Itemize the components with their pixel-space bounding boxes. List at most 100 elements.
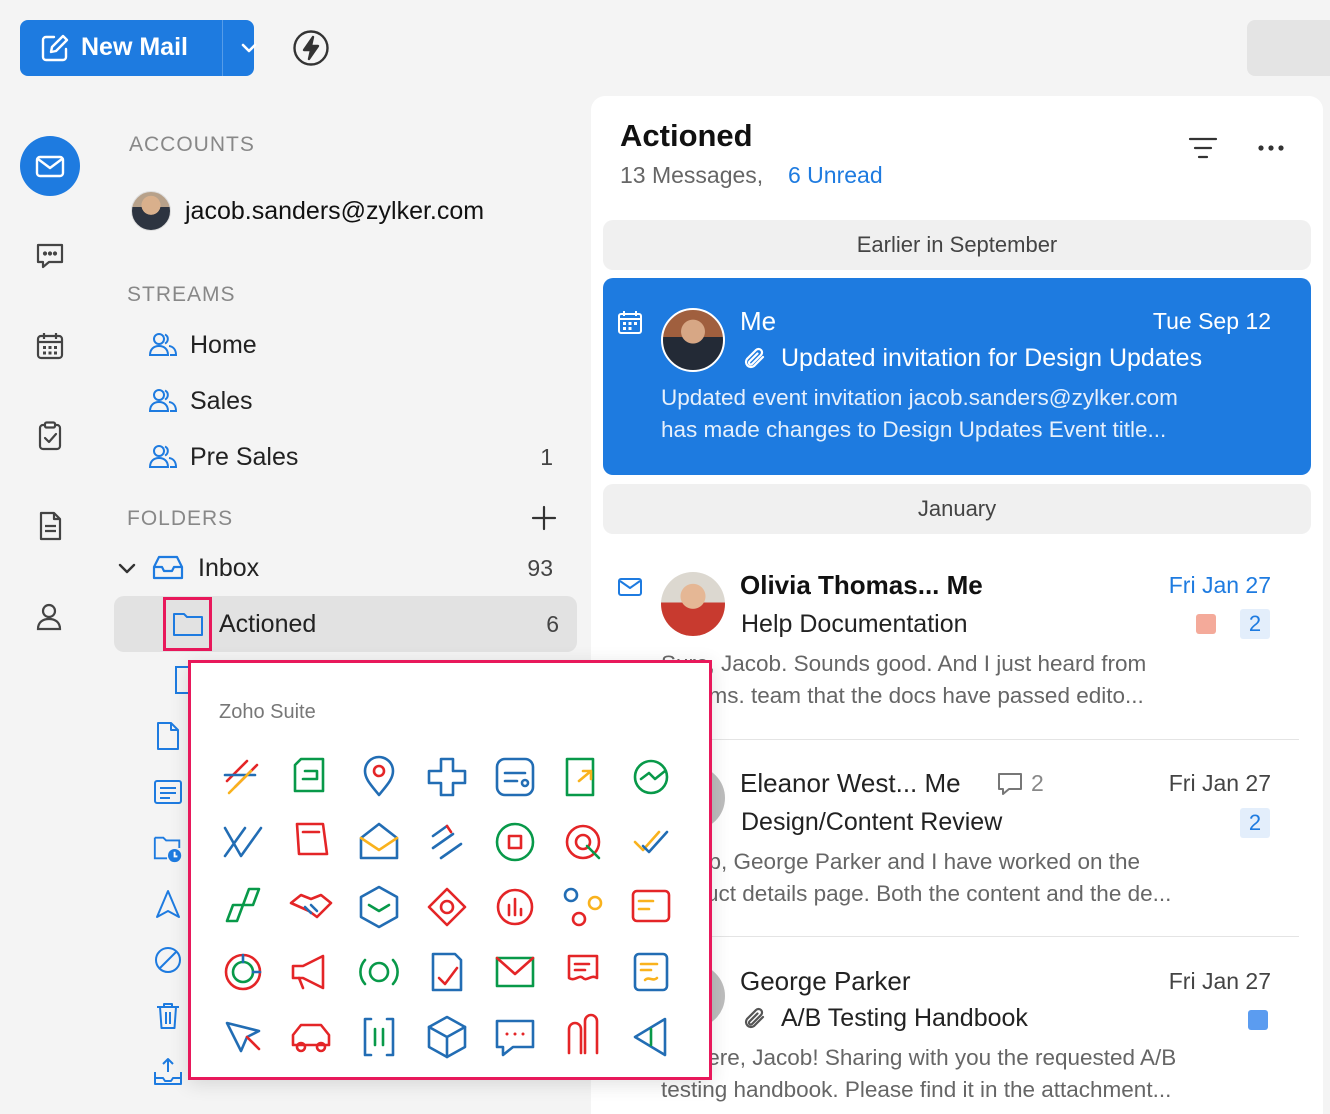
- mail-item-selected[interactable]: Me Tue Sep 12 Updated invitation for Des…: [603, 278, 1311, 475]
- folder-count: 93: [527, 554, 553, 581]
- zoho-connect-icon[interactable]: [557, 881, 609, 933]
- mail-preview: Hi there, Jacob! Sharing with you the re…: [661, 1045, 1177, 1070]
- mail-sender: Olivia Thomas... Me: [740, 570, 983, 600]
- mail-preview: has made changes to Design Updates Event…: [661, 417, 1167, 442]
- calendar-icon: [36, 333, 64, 360]
- folder-label: Inbox: [198, 553, 260, 582]
- stream-item-sales[interactable]: Sales: [148, 381, 568, 421]
- group-icon: [148, 445, 178, 468]
- attachment-icon: [744, 1007, 765, 1028]
- zoho-forms-icon[interactable]: [625, 881, 677, 933]
- zoho-social-icon[interactable]: [285, 946, 337, 998]
- zoho-invoice-icon[interactable]: [489, 751, 541, 803]
- unread-filter-link[interactable]: 6 Unread: [788, 162, 883, 189]
- spam-icon[interactable]: [152, 944, 184, 976]
- zoho-cliq-icon[interactable]: [489, 816, 541, 868]
- zoho-assist-icon[interactable]: [353, 751, 405, 803]
- zoho-vault-icon[interactable]: [421, 881, 473, 933]
- zoho-desk-icon[interactable]: [217, 816, 269, 868]
- chevron-down-icon[interactable]: [238, 37, 260, 59]
- folder-inbox[interactable]: Inbox 93: [116, 548, 571, 588]
- zoho-partners-icon[interactable]: [285, 881, 337, 933]
- mail-preview: Updated event invitation jacob.sanders@z…: [661, 385, 1178, 410]
- zoho-suite-popup: Zoho Suite: [188, 660, 712, 1080]
- avatar: [661, 572, 725, 636]
- zoho-crm-icon[interactable]: [217, 946, 269, 998]
- zoho-chat-icon[interactable]: [489, 1011, 541, 1063]
- zoho-recruit-icon[interactable]: [421, 946, 473, 998]
- thread-badge: 2: [1240, 609, 1270, 639]
- mail-preview: Comms. team that the docs have passed ed…: [661, 683, 1144, 708]
- outbox-icon[interactable]: [152, 1056, 184, 1088]
- streams-heading: STREAMS: [127, 283, 236, 306]
- mail-sender: George Parker: [740, 966, 911, 996]
- stream-item-home[interactable]: Home: [148, 325, 568, 365]
- avatar: [661, 308, 725, 372]
- mail-subject: Help Documentation: [741, 610, 968, 638]
- more-options-icon[interactable]: [1256, 138, 1286, 158]
- zoho-commerce-icon[interactable]: [421, 1011, 473, 1063]
- zoho-analytics-icon[interactable]: [285, 751, 337, 803]
- contacts-icon: [36, 603, 62, 631]
- zoho-notebook-icon[interactable]: [285, 816, 337, 868]
- zoho-sync-icon[interactable]: [625, 751, 677, 803]
- zoho-campaigns-mail-icon[interactable]: [489, 946, 541, 998]
- chat-icon: [36, 243, 64, 269]
- add-folder-icon[interactable]: [530, 504, 558, 532]
- tag-blue: [1248, 1010, 1268, 1030]
- mail-icon: [618, 578, 642, 596]
- drafts-icon[interactable]: [152, 720, 184, 752]
- inbox-icon: [152, 555, 184, 580]
- sent-icon[interactable]: [152, 888, 184, 920]
- zoho-bigin-icon[interactable]: [353, 1011, 405, 1063]
- zoho-fleet-icon[interactable]: [285, 1011, 337, 1063]
- zoho-writer-icon[interactable]: [557, 946, 609, 998]
- zoho-campaigns-icon[interactable]: [557, 816, 609, 868]
- group-icon: [148, 333, 178, 356]
- stream-label: Pre Sales: [190, 442, 299, 471]
- zoho-sign-icon[interactable]: [625, 946, 677, 998]
- chevron-down-icon: [118, 563, 136, 574]
- zoho-meeting-icon[interactable]: [353, 946, 405, 998]
- stream-label: Sales: [190, 386, 253, 415]
- rail-contacts[interactable]: [19, 586, 79, 646]
- templates-icon[interactable]: [152, 776, 184, 808]
- quick-actions-button[interactable]: [292, 29, 330, 67]
- lightning-icon: [293, 30, 329, 66]
- mail-preview: Jacob, George Parker and I have worked o…: [661, 849, 1141, 874]
- top-right-button[interactable]: [1247, 20, 1330, 76]
- group-icon: [148, 389, 178, 412]
- rail-notes[interactable]: [20, 496, 80, 556]
- zoho-creator-icon[interactable]: [421, 751, 473, 803]
- folder-count: 6: [546, 610, 559, 637]
- mail-date: Fri Jan 27: [1168, 572, 1271, 598]
- scheduled-folder-icon[interactable]: [152, 832, 184, 864]
- folder-title: Actioned: [620, 118, 753, 153]
- zoho-sites-icon[interactable]: [217, 1011, 269, 1063]
- zoho-sheet-icon[interactable]: [557, 751, 609, 803]
- stream-item-pre-sales[interactable]: Pre Sales 1: [148, 437, 568, 477]
- zoho-flow-icon[interactable]: [421, 816, 473, 868]
- button-divider: [222, 20, 223, 76]
- account-item[interactable]: jacob.sanders@zylker.com: [131, 191, 484, 231]
- zoho-projects-icon[interactable]: [217, 751, 269, 803]
- mail-preview: Sure, Jacob. Sounds good. And I just hea…: [661, 651, 1147, 676]
- rail-calendar[interactable]: [20, 316, 80, 376]
- filter-icon[interactable]: [1188, 136, 1218, 160]
- zoho-show-icon[interactable]: [625, 1011, 677, 1063]
- account-email: jacob.sanders@zylker.com: [185, 196, 485, 225]
- compose-icon: [40, 33, 70, 63]
- trash-icon[interactable]: [152, 1000, 184, 1032]
- zoho-mail-icon[interactable]: [353, 816, 405, 868]
- folder-icon-highlight: [163, 597, 212, 651]
- rail-chat[interactable]: [20, 226, 80, 286]
- zoho-workdrive-icon[interactable]: [353, 881, 405, 933]
- zoho-checkout-icon[interactable]: [625, 816, 677, 868]
- zoho-bookings-icon[interactable]: [217, 881, 269, 933]
- rail-mail[interactable]: [20, 136, 80, 196]
- zoho-showtime-icon[interactable]: [557, 1011, 609, 1063]
- new-mail-button[interactable]: New Mail: [20, 20, 257, 76]
- rail-tasks[interactable]: [20, 406, 80, 466]
- zoho-survey-icon[interactable]: [489, 881, 541, 933]
- mail-date: Tue Sep 12: [1152, 308, 1271, 334]
